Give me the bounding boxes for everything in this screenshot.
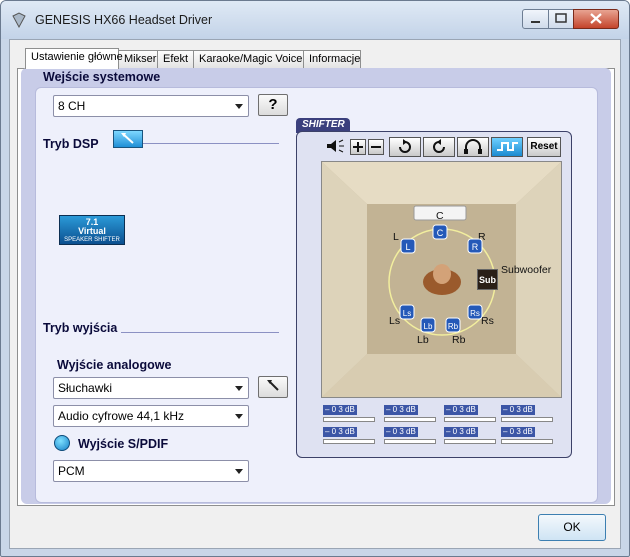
analog-output-label: Wyjście analogowe	[57, 358, 172, 372]
reset-button[interactable]: Reset	[527, 137, 561, 157]
analog-output-select[interactable]: Słuchawki	[53, 377, 249, 399]
waveform-button[interactable]	[491, 137, 523, 157]
volume-slider-rs[interactable]	[444, 439, 496, 444]
window: GENESIS HX66 Headset Driver Ustawienie g…	[0, 0, 630, 557]
minimize-button[interactable]	[522, 9, 549, 29]
system-input-heading: Wejście systemowe	[43, 70, 161, 84]
volume-slider-rb[interactable]	[501, 439, 553, 444]
app-icon	[12, 12, 26, 28]
left-back-speaker-icon[interactable]: Lb	[419, 316, 437, 334]
tab-info[interactable]: Informacje	[303, 50, 361, 68]
left-surround-speaker-icon[interactable]: Ls	[398, 303, 416, 321]
speaker-icon	[327, 139, 344, 153]
chevron-down-icon	[235, 414, 243, 419]
spdif-output-label: Wyjście S/PDIF	[78, 437, 169, 451]
center-label: C	[436, 210, 444, 222]
volume-c[interactable]: – 0 3 dB	[384, 405, 440, 422]
right-back-label: Rb	[452, 334, 466, 346]
digital-audio-select[interactable]: Audio cyfrowe 44,1 kHz	[53, 405, 249, 427]
svg-text:L: L	[405, 242, 410, 252]
chevron-down-icon	[235, 469, 243, 474]
help-button[interactable]: ?	[258, 94, 288, 116]
volume-rs[interactable]: – 0 3 dB	[444, 427, 500, 444]
close-button[interactable]	[573, 9, 619, 29]
svg-text:Rs: Rs	[470, 309, 480, 318]
wrench-icon	[267, 380, 279, 391]
center-speaker-icon[interactable]: C	[431, 223, 449, 241]
rotate-ccw-icon	[433, 139, 445, 153]
plus-icon	[353, 142, 363, 152]
maximize-button[interactable]	[548, 9, 574, 29]
speaker-room	[321, 161, 562, 398]
spdif-toggle-icon[interactable]	[54, 435, 70, 451]
output-mode-heading: Tryb wyjścia	[43, 321, 118, 335]
left-back-label: Lb	[417, 334, 429, 346]
dsp-tool-button[interactable]	[113, 130, 143, 148]
svg-text:R: R	[472, 242, 479, 252]
svg-text:C: C	[437, 228, 444, 238]
volume-slider-sub[interactable]	[384, 439, 436, 444]
spdif-format-select[interactable]: PCM	[53, 460, 249, 482]
svg-text:Lb: Lb	[424, 322, 433, 331]
subwoofer-label: Subwoofer	[501, 264, 552, 276]
left-label: L	[393, 231, 399, 243]
svg-text:Rb: Rb	[448, 322, 459, 331]
wrench-icon	[121, 133, 134, 144]
speaker-mute-button[interactable]	[324, 137, 346, 157]
subwoofer-speaker-icon[interactable]: Sub	[477, 269, 498, 290]
volume-down-button[interactable]	[368, 139, 384, 155]
title-bar: GENESIS HX66 Headset Driver	[1, 1, 629, 39]
headphones-icon	[464, 139, 482, 154]
right-back-speaker-icon[interactable]: Rb	[444, 316, 462, 334]
dsp-mode-label: Tryb DSP	[43, 137, 99, 151]
volume-sub[interactable]: – 0 3 dB	[384, 427, 440, 444]
volume-slider-lb[interactable]	[501, 417, 553, 422]
room-floor	[322, 162, 561, 397]
volume-r[interactable]: – 0 3 dB	[444, 405, 500, 422]
dsp-divider	[143, 143, 279, 144]
rotate-clockwise-button[interactable]	[389, 137, 421, 157]
waveform-icon	[497, 142, 518, 151]
volume-slider-ls[interactable]	[323, 439, 375, 444]
analog-settings-button[interactable]	[258, 376, 288, 398]
channels-select[interactable]: 8 CH	[53, 95, 249, 117]
tab-main-settings[interactable]: Ustawienie główne	[25, 48, 123, 69]
ok-button[interactable]: OK	[538, 514, 606, 541]
left-speaker-icon[interactable]: L	[399, 237, 417, 255]
volume-slider-r[interactable]	[444, 417, 496, 422]
rotate-counterclockwise-button[interactable]	[423, 137, 455, 157]
right-surround-speaker-icon[interactable]: Rs	[466, 303, 484, 321]
output-divider	[121, 332, 279, 333]
right-speaker-icon[interactable]: R	[466, 237, 484, 255]
headphone-test-button[interactable]	[457, 137, 489, 157]
volume-l[interactable]: – 0 3 dB	[323, 405, 379, 422]
svg-text:Ls: Ls	[403, 309, 411, 318]
volume-ls[interactable]: – 0 3 dB	[323, 427, 379, 444]
minus-icon	[371, 146, 381, 148]
virtual-speaker-shifter-logo[interactable]: 7.1 Virtual SPEAKER SHIFTER	[59, 215, 125, 245]
chevron-down-icon	[235, 104, 243, 109]
volume-rb[interactable]: – 0 3 dB	[501, 427, 557, 444]
tab-effect[interactable]: Efekt	[157, 50, 194, 68]
volume-up-button[interactable]	[350, 139, 366, 155]
volume-slider-l[interactable]	[323, 417, 375, 422]
window-title: GENESIS HX66 Headset Driver	[35, 13, 213, 27]
tab-mixer[interactable]: Mikser	[118, 50, 158, 68]
rotate-cw-icon	[399, 139, 411, 153]
volume-lb[interactable]: – 0 3 dB	[501, 405, 557, 422]
tab-karaoke[interactable]: Karaoke/Magic Voice	[193, 50, 304, 68]
volume-slider-c[interactable]	[384, 417, 436, 422]
chevron-down-icon	[235, 386, 243, 391]
